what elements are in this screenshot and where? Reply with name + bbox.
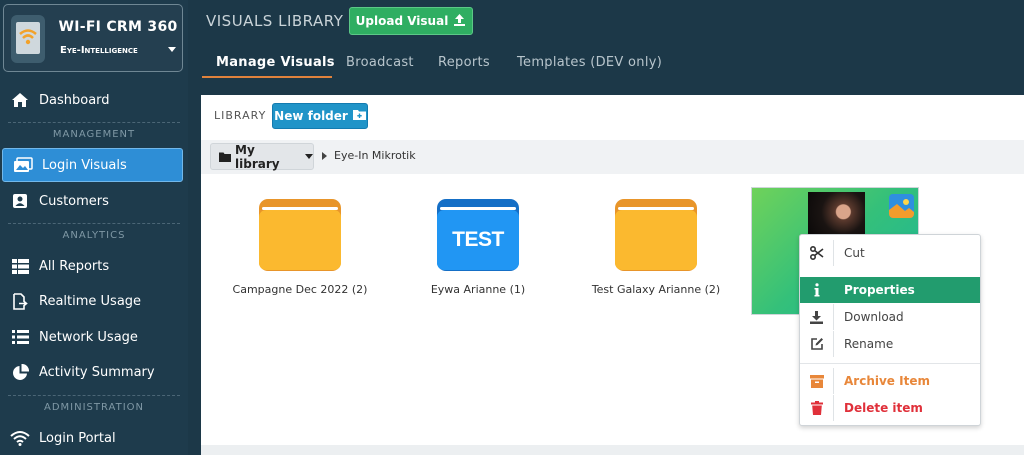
- brand-title: WI-FI CRM 360: [58, 19, 178, 35]
- page-title: VISUALS LIBRARY: [206, 12, 344, 30]
- sidebar-item-dashboard[interactable]: Dashboard: [0, 83, 188, 117]
- sidebar-item-label: Realtime Usage: [39, 293, 142, 309]
- folder-paper: [262, 207, 338, 210]
- folder-item[interactable]: TEST: [437, 199, 519, 271]
- edit-icon: [800, 331, 834, 357]
- folder-overlay-text: TEST: [452, 228, 504, 251]
- sidebar-item-label: Login Visuals: [42, 157, 127, 173]
- home-icon: [10, 90, 30, 110]
- menu-item-label: Rename: [844, 337, 894, 351]
- sidebar-item-label: Activity Summary: [39, 364, 155, 380]
- folder-plus-icon: [352, 109, 366, 123]
- sidebar-section-administration: ADMINISTRATION: [0, 395, 188, 419]
- download-icon: [800, 304, 834, 330]
- folder-paper: [440, 207, 516, 210]
- tab-reports[interactable]: Reports: [438, 55, 490, 70]
- my-library-dropdown[interactable]: My library: [210, 142, 314, 171]
- folder-paper: [618, 207, 694, 210]
- tab-broadcast[interactable]: Broadcast: [346, 55, 414, 70]
- info-icon: [800, 277, 834, 303]
- sidebar-item-realtime-usage[interactable]: Realtime Usage: [0, 284, 188, 318]
- sidebar-item-label: Login Portal: [39, 430, 116, 446]
- menu-item-label: Download: [844, 310, 904, 324]
- image-type-icon: [889, 194, 914, 218]
- contact-card-icon: [10, 191, 30, 211]
- menu-item-label: Cut: [844, 246, 865, 260]
- wifi-icon: [10, 428, 30, 448]
- context-menu: Cut Properties Download Rename Archive I…: [799, 234, 981, 426]
- sidebar: WI-FI CRM 360 Eye-Intelligence Dashboard…: [0, 0, 188, 455]
- caret-down-icon: [168, 47, 176, 52]
- sidebar-item-label: Customers: [39, 193, 109, 209]
- sidebar-item-login-portal[interactable]: Login Portal: [0, 421, 188, 455]
- new-folder-label: New folder: [274, 109, 348, 123]
- folder-caption: Test Galaxy Arianne (2): [591, 283, 721, 296]
- new-folder-button[interactable]: New folder: [272, 103, 368, 129]
- sidebar-item-label: All Reports: [39, 258, 110, 274]
- menu-item-label: Delete item: [844, 401, 923, 415]
- image-gallery-icon: [13, 155, 33, 175]
- panel-footer: [201, 445, 1024, 455]
- tab-templates[interactable]: Templates (DEV only): [517, 55, 662, 70]
- menu-item-rename[interactable]: Rename: [800, 331, 980, 357]
- menu-item-properties[interactable]: Properties: [800, 277, 980, 303]
- folder-icon: [219, 152, 231, 162]
- image-thumbnail: [808, 192, 865, 236]
- brand-subtitle: Eye-Intelligence: [60, 45, 138, 56]
- sidebar-item-activity-summary[interactable]: Activity Summary: [0, 355, 188, 389]
- upload-visual-button[interactable]: Upload Visual: [349, 7, 473, 35]
- sidebar-item-label: Network Usage: [39, 329, 138, 345]
- upload-icon: [453, 13, 466, 29]
- folder-caption: Eywa Arianne (1): [430, 283, 526, 296]
- menu-item-label: Archive Item: [844, 374, 930, 388]
- menu-item-label: Properties: [844, 283, 915, 297]
- sidebar-item-all-reports[interactable]: All Reports: [0, 249, 188, 283]
- tab-manage-visuals[interactable]: Manage Visuals: [216, 55, 335, 70]
- sidebar-item-login-visuals[interactable]: Login Visuals: [2, 148, 183, 182]
- brand-switcher[interactable]: WI-FI CRM 360 Eye-Intelligence: [3, 4, 183, 72]
- menu-item-delete[interactable]: Delete item: [800, 395, 980, 421]
- sidebar-item-label: Dashboard: [39, 92, 110, 108]
- folder-item[interactable]: [615, 199, 697, 271]
- sidebar-item-customers[interactable]: Customers: [0, 184, 188, 218]
- chevron-right-icon: [322, 152, 327, 160]
- grid-list-icon: [10, 256, 30, 276]
- pie-chart-icon: [10, 362, 30, 382]
- menu-item-cut[interactable]: Cut: [800, 240, 980, 266]
- menu-item-archive[interactable]: Archive Item: [800, 368, 980, 394]
- folder-front: [259, 210, 341, 270]
- caret-down-icon: [305, 154, 313, 159]
- folder-front: [615, 210, 697, 270]
- menu-divider: [800, 363, 980, 364]
- list-icon: [10, 327, 30, 347]
- library-label: LIBRARY: [214, 109, 267, 122]
- breadcrumb-current[interactable]: Eye-In Mikrotik: [334, 149, 416, 162]
- wifi-phone-logo-icon: [11, 15, 45, 63]
- sidebar-item-network-usage[interactable]: Network Usage: [0, 320, 188, 354]
- sidebar-section-analytics: ANALYTICS: [0, 223, 188, 247]
- folder-item[interactable]: [259, 199, 341, 271]
- trash-icon: [800, 395, 834, 421]
- menu-item-download[interactable]: Download: [800, 304, 980, 330]
- sidebar-section-management: MANAGEMENT: [0, 122, 188, 146]
- folder-caption: Campagne Dec 2022 (2): [232, 283, 368, 296]
- upload-visual-label: Upload Visual: [355, 14, 449, 28]
- document-export-icon: [10, 291, 30, 311]
- active-tab-underline: [202, 76, 332, 78]
- archive-icon: [800, 368, 834, 394]
- folder-front: TEST: [437, 210, 519, 270]
- scissors-icon: [800, 240, 834, 266]
- breadcrumb-root-label: My library: [235, 142, 280, 171]
